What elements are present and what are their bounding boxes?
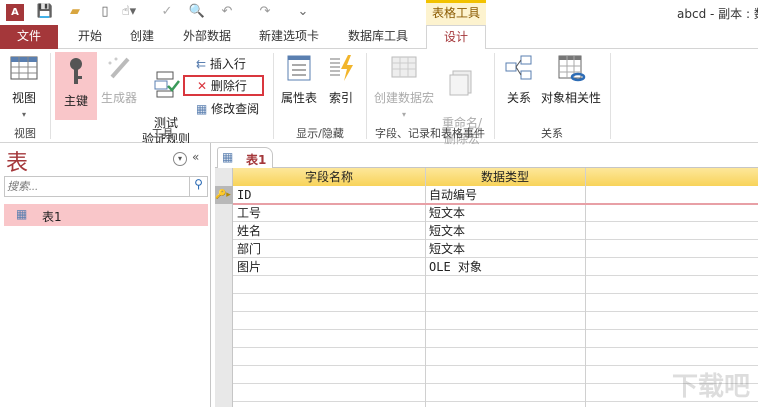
tab-home[interactable]: 开始	[70, 25, 110, 49]
new-file-icon[interactable]: ▯	[96, 4, 114, 21]
document-tab-table1[interactable]: ▦ 表1	[217, 147, 273, 169]
insert-row-button[interactable]: ⇇ 插入行	[196, 55, 246, 73]
data-type-cell[interactable]: 短文本	[427, 222, 583, 240]
field-name-cell[interactable]: 工号	[235, 204, 423, 222]
lookup-icon: ▦	[196, 102, 208, 116]
relationships-icon	[505, 55, 532, 80]
tab-file[interactable]: 文件	[0, 25, 58, 49]
search-icon[interactable]: ⚲	[189, 177, 207, 196]
field-name-cell[interactable]: 图片	[235, 258, 423, 276]
data-type-cell[interactable]: 短文本	[427, 240, 583, 258]
tab-design[interactable]: 设计	[426, 25, 486, 50]
nav-item-table1[interactable]: ▦ 表1	[4, 204, 208, 226]
delete-row-icon: ✕	[197, 79, 208, 93]
create-data-macros-button[interactable]: 创建数据宏 ▾	[372, 53, 436, 120]
tab-new-tab[interactable]: 新建选项卡	[252, 25, 326, 49]
indexes-icon	[330, 55, 353, 81]
insert-row-icon: ⇇	[196, 57, 207, 71]
dependencies-icon	[558, 55, 586, 82]
property-sheet-button[interactable]: 属性表	[278, 53, 320, 106]
divider	[50, 53, 51, 139]
ribbon: 视图 ▾ 视图 主键 生成器 测试 验证规则 ⇇ 插入行 ✕ 删除行 ▦ 修改查阅…	[0, 49, 758, 146]
open-folder-icon[interactable]: ▰	[66, 4, 84, 21]
customize-qat-icon[interactable]: ⌄	[294, 4, 312, 21]
table-tools-context-label: 表格工具	[426, 0, 486, 25]
table-icon: ▦	[222, 150, 234, 164]
nav-menu-dropdown-icon[interactable]: ▾	[173, 152, 187, 166]
group-label-tools: 工具	[151, 127, 174, 140]
column-header-field-name[interactable]: 字段名称	[233, 168, 425, 186]
data-type-cell[interactable]: 短文本	[427, 204, 583, 222]
builder-button[interactable]: 生成器	[98, 53, 140, 106]
search-input[interactable]	[5, 177, 185, 196]
column-header-data-type[interactable]: 数据类型	[425, 168, 585, 186]
save-icon[interactable]: 💾	[36, 4, 54, 21]
spelling-icon[interactable]: ✓	[158, 4, 176, 21]
touch-mode-icon[interactable]: ☝▾	[120, 4, 138, 21]
relationships-button[interactable]: 关系	[502, 53, 536, 106]
tab-external-data[interactable]: 外部数据	[174, 25, 240, 49]
data-macro-icon	[391, 56, 417, 78]
primary-key-row-indicator-icon: 🔑▸	[215, 186, 233, 204]
group-label-relationships: 关系	[541, 127, 563, 140]
window-title: abcd - 副本 : 数	[677, 7, 758, 21]
wand-icon	[108, 57, 130, 79]
collapse-pane-icon[interactable]: «	[192, 150, 199, 164]
modify-lookups-button[interactable]: ▦ 修改查阅	[196, 100, 259, 118]
tab-database-tools[interactable]: 数据库工具	[340, 25, 416, 49]
divider	[273, 53, 274, 139]
tab-create[interactable]: 创建	[120, 25, 164, 49]
print-preview-icon[interactable]: 🔍	[188, 4, 206, 21]
data-type-cell[interactable]: 自动编号	[427, 186, 583, 204]
field-name-cell[interactable]: 姓名	[235, 222, 423, 240]
undo-icon[interactable]: ↶	[218, 4, 236, 21]
object-dependencies-button[interactable]: 对象相关性	[540, 53, 602, 106]
divider	[610, 53, 611, 139]
group-label-view: 视图	[14, 127, 36, 140]
access-logo-icon: A	[6, 4, 24, 21]
rename-macro-icon	[449, 70, 472, 96]
view-button[interactable]: 视图 ▾	[6, 53, 42, 120]
tab-label: 表1	[246, 153, 267, 167]
divider	[366, 53, 367, 139]
delete-row-button[interactable]: ✕ 删除行	[183, 75, 264, 96]
key-icon	[70, 58, 82, 84]
primary-key-button[interactable]: 主键	[55, 52, 97, 120]
property-sheet-icon	[287, 55, 311, 81]
field-name-cell[interactable]: ID	[235, 186, 423, 204]
watermark-logo: 下载吧	[671, 372, 750, 402]
navigation-pane: 表 ▾ « ⚲ ▦ 表1	[0, 143, 211, 407]
field-name-cell[interactable]: 部门	[235, 240, 423, 258]
ribbon-tabs: 文件 开始 创建 外部数据 新建选项卡 数据库工具 设计	[0, 25, 758, 50]
table-view-icon	[10, 56, 38, 80]
divider	[494, 53, 495, 139]
title-bar: A 💾 ▰ ▯ ☝▾ ✓ 🔍 ↶ ↷ ⌄ 表格工具 abcd - 副本 : 数	[0, 0, 758, 25]
data-type-cell[interactable]: OLE 对象	[427, 258, 583, 276]
indexes-button[interactable]: 索引	[324, 53, 358, 106]
nav-title: 表	[6, 151, 29, 176]
table-icon: ▦	[16, 207, 28, 221]
redo-icon[interactable]: ↷	[256, 4, 274, 21]
nav-item-label: 表1	[42, 210, 62, 224]
search-box[interactable]: ⚲	[4, 176, 208, 197]
group-label-show-hide: 显示/隐藏	[296, 127, 344, 140]
table-design-view: ▦ 表1 字段名称 数据类型 🔑▸ ID 自动编号 工号 短文本 姓名 短文本 部门 …	[215, 143, 758, 407]
group-label-events: 字段、记录和表格事件	[375, 127, 485, 140]
validation-icon	[154, 71, 180, 98]
